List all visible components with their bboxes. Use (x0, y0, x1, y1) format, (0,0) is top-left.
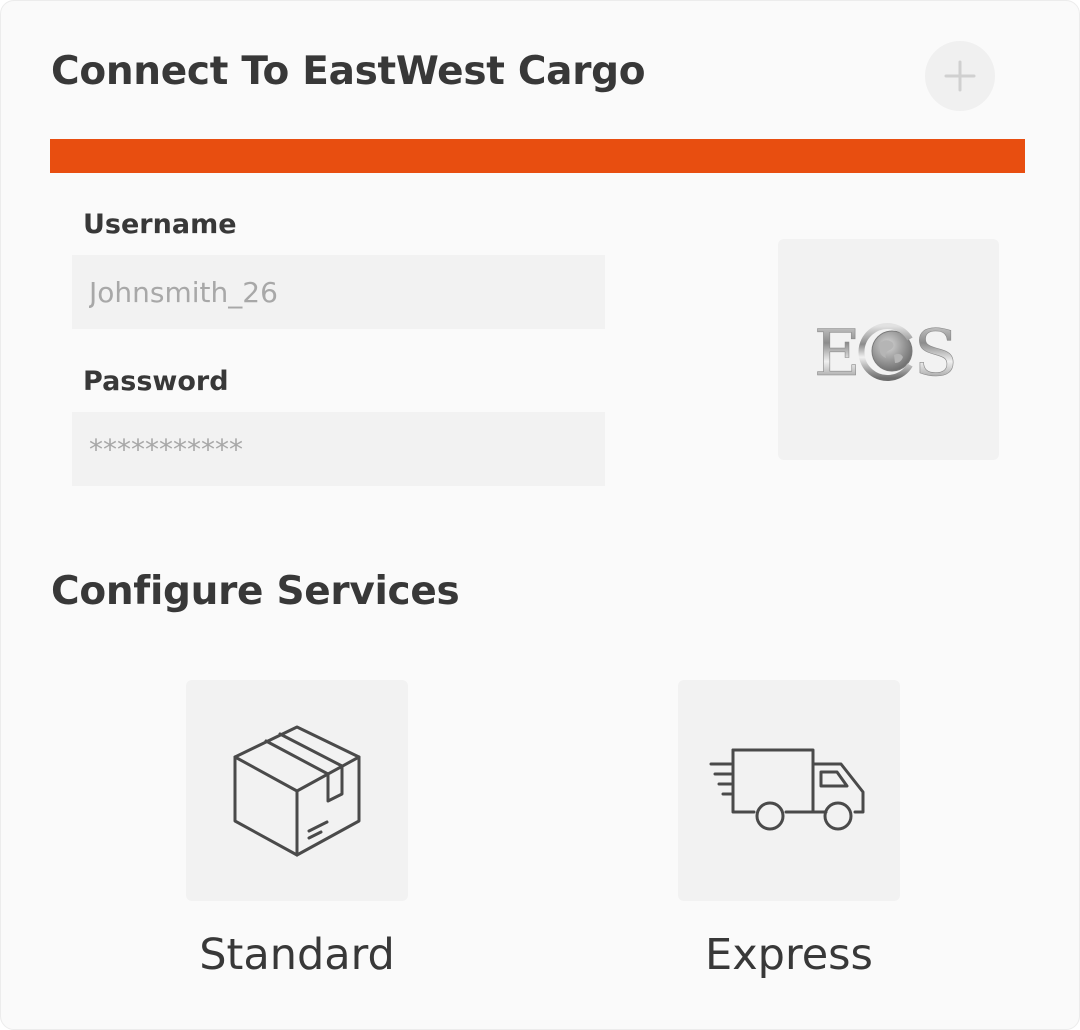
username-field[interactable] (72, 255, 605, 329)
ecs-logo: E S (814, 316, 958, 385)
plus-icon (944, 60, 976, 92)
page-title: Connect To EastWest Cargo (51, 49, 646, 94)
delivery-truck-icon (709, 748, 865, 830)
connect-card: Connect To EastWest Cargo Username Passw… (0, 0, 1080, 1030)
password-label: Password (83, 366, 229, 397)
company-logo: E S (778, 239, 999, 460)
accent-divider (50, 139, 1025, 173)
package-box-icon (233, 725, 361, 856)
services-heading: Configure Services (51, 569, 460, 614)
service-standard[interactable]: Standard (186, 680, 408, 980)
svg-text:E: E (814, 317, 861, 385)
service-label-standard: Standard (199, 930, 395, 980)
add-button[interactable] (925, 41, 995, 111)
service-express[interactable]: Express (678, 680, 900, 980)
password-field[interactable] (72, 412, 605, 486)
globe-icon (858, 322, 913, 381)
svg-text:S: S (914, 317, 958, 385)
service-tile-standard[interactable] (186, 680, 408, 901)
service-tile-express[interactable] (678, 680, 900, 901)
service-label-express: Express (705, 930, 873, 980)
username-label: Username (83, 209, 237, 240)
